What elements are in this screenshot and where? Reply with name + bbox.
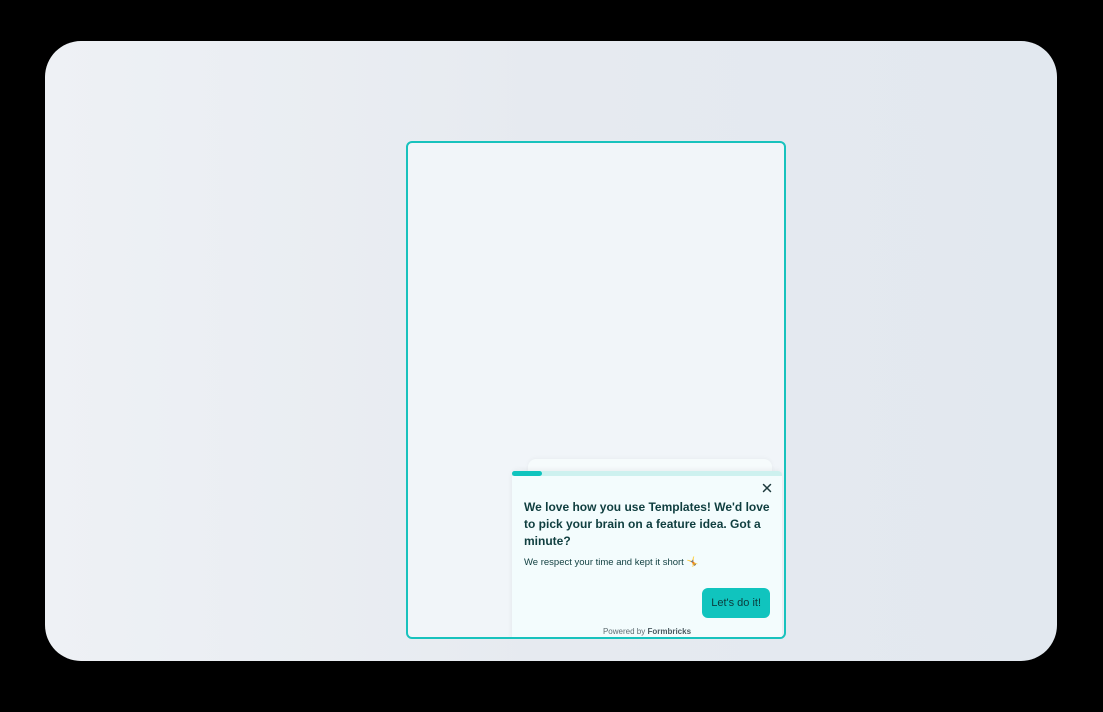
app-preview: We love how you use Templates! We'd love…: [406, 141, 786, 639]
survey-popup: We love how you use Templates! We'd love…: [512, 471, 782, 637]
progress-bar: [512, 471, 782, 476]
powered-by[interactable]: Powered by Formbricks: [512, 627, 782, 636]
window-frame: We love how you use Templates! We'd love…: [45, 41, 1057, 661]
close-icon[interactable]: [760, 481, 774, 495]
survey-subheader: We respect your time and kept it short 🤸: [524, 557, 699, 568]
powered-by-prefix: Powered by: [602, 627, 646, 636]
start-survey-button[interactable]: Let's do it!: [702, 588, 770, 618]
progress-fill: [512, 471, 542, 476]
powered-by-brand[interactable]: Formbricks: [647, 627, 691, 636]
survey-headline: We love how you use Templates! We'd love…: [524, 500, 770, 548]
